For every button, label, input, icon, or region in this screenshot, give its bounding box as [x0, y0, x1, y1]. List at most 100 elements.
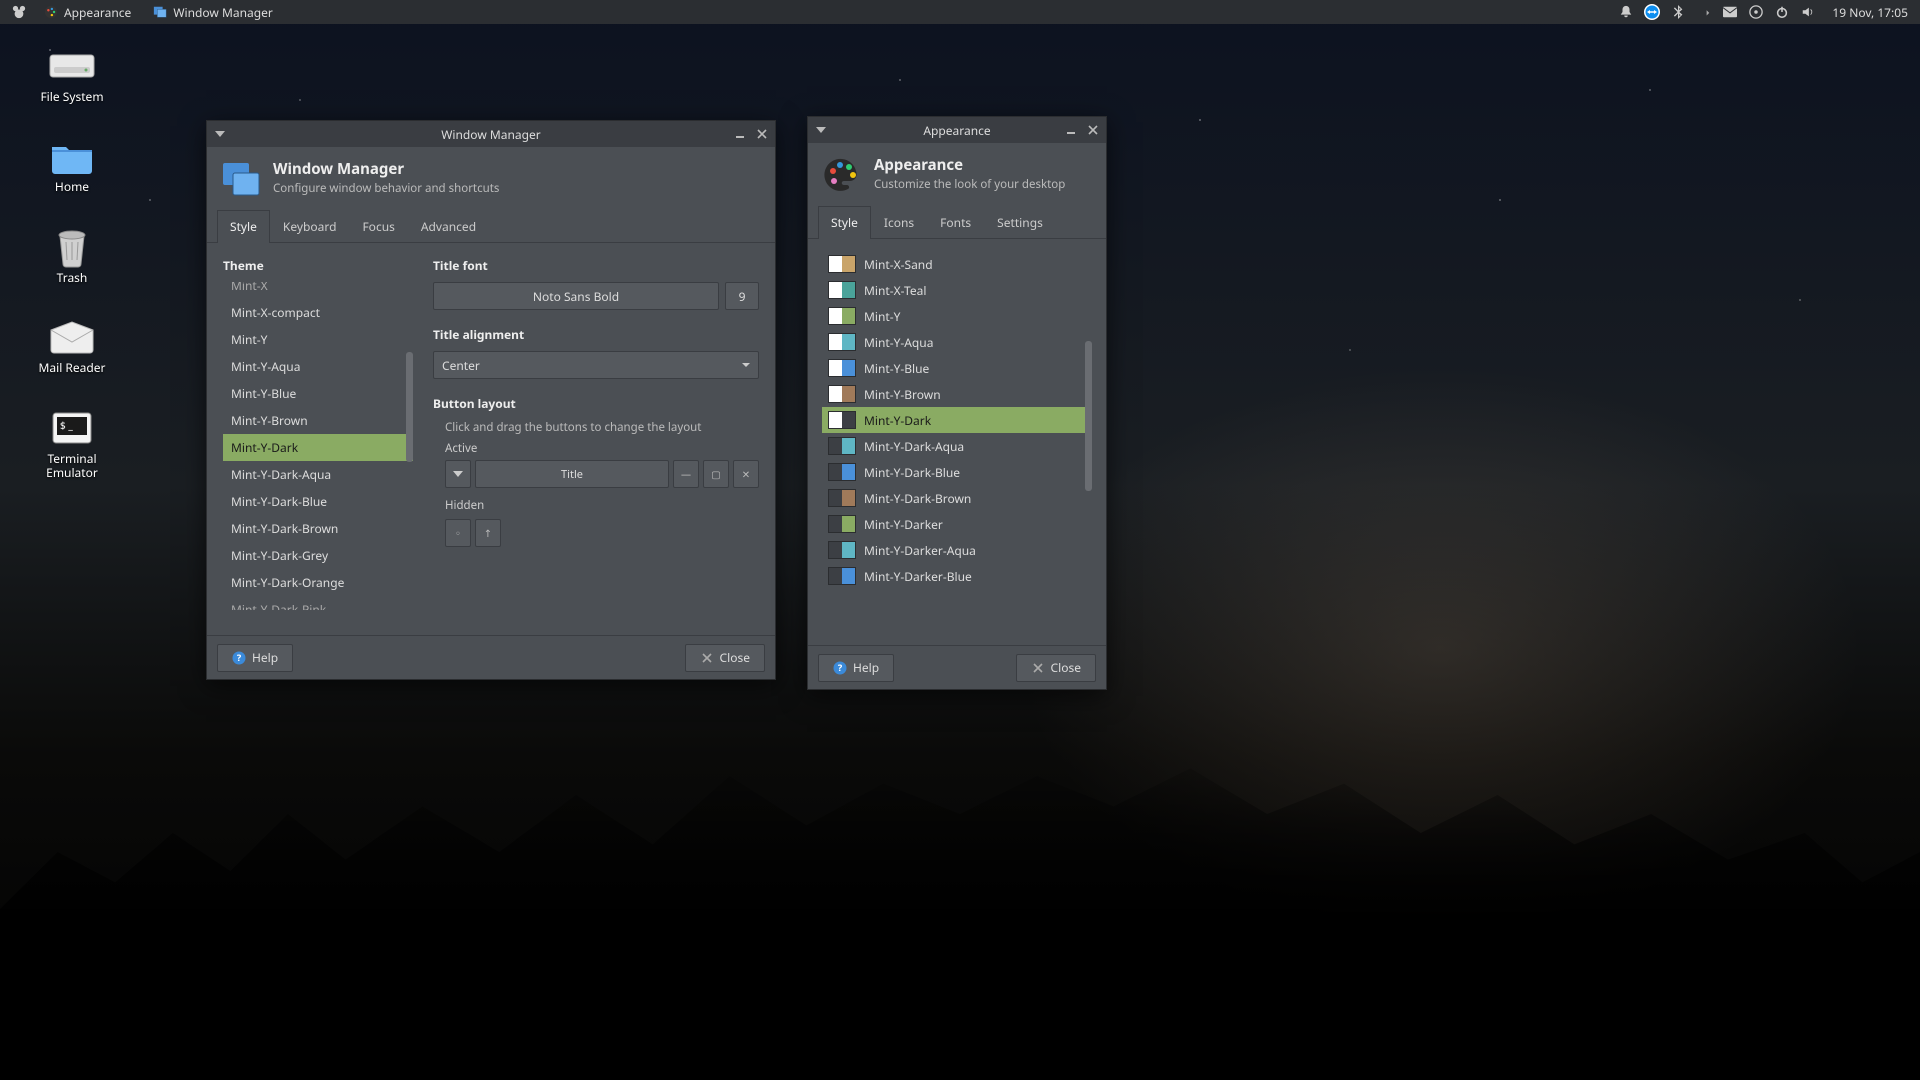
taskbar-item-window-manager[interactable]: Window Manager [143, 0, 283, 24]
wm-theme-item[interactable]: Mint-X [223, 282, 413, 299]
top-panel: Appearance Window Manager 19 Nov, 17:05 [0, 0, 1920, 24]
updates-icon[interactable] [1748, 4, 1764, 20]
trash-icon [48, 227, 96, 267]
desktop-icon-label: File System [40, 90, 103, 104]
ap-style-item[interactable]: Mint-Y-Dark-Blue [822, 459, 1092, 485]
layout-shade-button[interactable]: ◦ [445, 519, 471, 547]
wm-titlebar[interactable]: Window Manager [207, 121, 775, 147]
style-swatch-icon [828, 567, 856, 585]
ap-style-list[interactable]: Mint-X-SandMint-X-TealMint-Y Mint-Y-Aqua M… [822, 251, 1092, 611]
close-button[interactable] [751, 123, 773, 145]
ap-style-item[interactable]: Mint-Y-Darker [822, 511, 1092, 537]
wm-header-subtitle: Configure window behavior and shortcuts [273, 181, 499, 196]
ap-style-name: Mint-Y-Aqua [864, 334, 933, 351]
tab-style[interactable]: Style [818, 206, 871, 239]
wm-theme-list[interactable]: Mint-XMint-X-compactMint-YMint-Y-AquaMin… [223, 282, 413, 610]
teamviewer-tray-icon[interactable] [1644, 4, 1660, 20]
minimize-button[interactable] [1060, 119, 1082, 141]
ap-style-name: Mint-Y-Dark-Brown [864, 490, 971, 507]
style-swatch-icon [828, 281, 856, 299]
notification-bell-icon[interactable] [1618, 4, 1634, 20]
terminal-icon: $ _ [48, 408, 96, 448]
tab-advanced[interactable]: Advanced [408, 210, 489, 243]
tab-icons[interactable]: Icons [871, 206, 927, 239]
tab-focus[interactable]: Focus [349, 210, 407, 243]
wm-theme-item[interactable]: Mint-Y-Dark-Blue [223, 488, 413, 515]
wm-theme-item[interactable]: Mint-Y-Dark-Brown [223, 515, 413, 542]
bluetooth-icon[interactable] [1670, 4, 1686, 20]
ap-help-button[interactable]: ? Help [818, 654, 894, 682]
ap-style-item[interactable]: Mint-Y-Dark-Brown [822, 485, 1092, 511]
power-icon[interactable] [1774, 4, 1790, 20]
close-button[interactable] [1082, 119, 1104, 141]
window-menu-button[interactable] [209, 123, 231, 145]
ap-style-item[interactable]: Mint-Y-Darker-Aqua [822, 537, 1092, 563]
wm-theme-item[interactable]: Mint-Y [223, 326, 413, 353]
style-swatch-icon [828, 489, 856, 507]
ap-style-item[interactable]: Mint-Y [822, 303, 1092, 329]
layout-minimize-button[interactable]: — [673, 460, 699, 488]
layout-maximize-button[interactable]: ▢ [703, 460, 729, 488]
style-swatch-icon [828, 255, 856, 273]
layout-close-button[interactable]: ✕ [733, 460, 759, 488]
wm-theme-item[interactable]: Mint-Y-Aqua [223, 353, 413, 380]
wm-theme-item[interactable]: Mint-Y-Dark [223, 434, 413, 461]
tab-keyboard[interactable]: Keyboard [270, 210, 350, 243]
tab-settings[interactable]: Settings [984, 206, 1056, 239]
minimize-button[interactable] [729, 123, 751, 145]
mail-icon [48, 317, 96, 357]
wm-theme-item[interactable]: Mint-Y-Dark-Aqua [223, 461, 413, 488]
wm-close-button[interactable]: Close [685, 644, 765, 672]
mail-tray-icon[interactable] [1722, 4, 1738, 20]
panel-clock[interactable]: 19 Nov, 17:05 [1826, 4, 1914, 21]
wm-theme-item[interactable]: Mint-Y-Dark-Pink [223, 596, 413, 610]
network-icon[interactable] [1696, 4, 1712, 20]
window-manager-app-icon [221, 159, 261, 199]
wm-help-button[interactable]: ? Help [217, 644, 293, 672]
ap-style-item[interactable]: Mint-X-Sand [822, 251, 1092, 277]
ap-tabs: Style Icons Fonts Settings [808, 205, 1106, 239]
button-layout-hidden[interactable]: ◦ ↑ [445, 519, 759, 547]
ap-style-item[interactable]: Mint-Y-Aqua [822, 329, 1092, 355]
titlefont-label: Title font [433, 257, 759, 274]
title-font-size-spinner[interactable]: 9 [725, 282, 759, 310]
ap-style-item[interactable]: Mint-X-Teal [822, 277, 1092, 303]
desktop-icon-mail[interactable]: Mail Reader [28, 317, 116, 375]
ap-style-item[interactable]: Mint-Y-Brown [822, 381, 1092, 407]
ap-style-scrollbar[interactable] [1085, 341, 1092, 491]
wm-theme-item[interactable]: Mint-Y-Dark-Orange [223, 569, 413, 596]
whisker-menu-button[interactable] [6, 0, 32, 24]
title-alignment-combo[interactable]: Center [433, 351, 759, 379]
wm-theme-item[interactable]: Mint-X-compact [223, 299, 413, 326]
tab-style[interactable]: Style [217, 210, 270, 243]
wm-theme-item[interactable]: Mint-Y-Blue [223, 380, 413, 407]
wm-theme-item[interactable]: Mint-Y-Dark-Grey [223, 542, 413, 569]
desktop-icon-home[interactable]: Home [28, 136, 116, 194]
layout-title-slot[interactable]: Title [475, 460, 669, 488]
desktop-icon-trash[interactable]: Trash [28, 227, 116, 285]
volume-icon[interactable] [1800, 4, 1816, 20]
ap-titlebar[interactable]: Appearance [808, 117, 1106, 143]
ap-style-name: Mint-Y-Darker [864, 516, 943, 533]
ap-style-item[interactable]: Mint-Y-Darker-Blue [822, 563, 1092, 589]
desktop-icon-terminal[interactable]: $ _ Terminal Emulator [28, 408, 116, 481]
ap-header-title: Appearance [874, 155, 1065, 175]
theme-section-label: Theme [223, 257, 413, 274]
appearance-palette-icon [44, 5, 58, 19]
ap-style-item[interactable]: Mint-Y-Dark-Aqua [822, 433, 1092, 459]
ap-style-item[interactable]: Mint-Y-Dark [822, 407, 1092, 433]
ap-close-button[interactable]: Close [1016, 654, 1096, 682]
ap-style-item[interactable]: Mint-Y-Blue [822, 355, 1092, 381]
tab-fonts[interactable]: Fonts [927, 206, 984, 239]
window-manager-window: Window Manager Window Manager Configure … [206, 120, 776, 680]
desktop-icon-filesystem[interactable]: File System [28, 46, 116, 104]
layout-menu-button[interactable] [445, 460, 471, 488]
svg-text:?: ? [838, 661, 843, 674]
wm-theme-item[interactable]: Mint-Y-Brown [223, 407, 413, 434]
window-menu-button[interactable] [810, 119, 832, 141]
layout-stick-button[interactable]: ↑ [475, 519, 501, 547]
button-layout-active[interactable]: Title — ▢ ✕ [445, 460, 759, 488]
wm-theme-scrollbar[interactable] [406, 352, 413, 462]
taskbar-item-appearance[interactable]: Appearance [34, 0, 141, 24]
title-font-button[interactable]: Noto Sans Bold [433, 282, 719, 310]
